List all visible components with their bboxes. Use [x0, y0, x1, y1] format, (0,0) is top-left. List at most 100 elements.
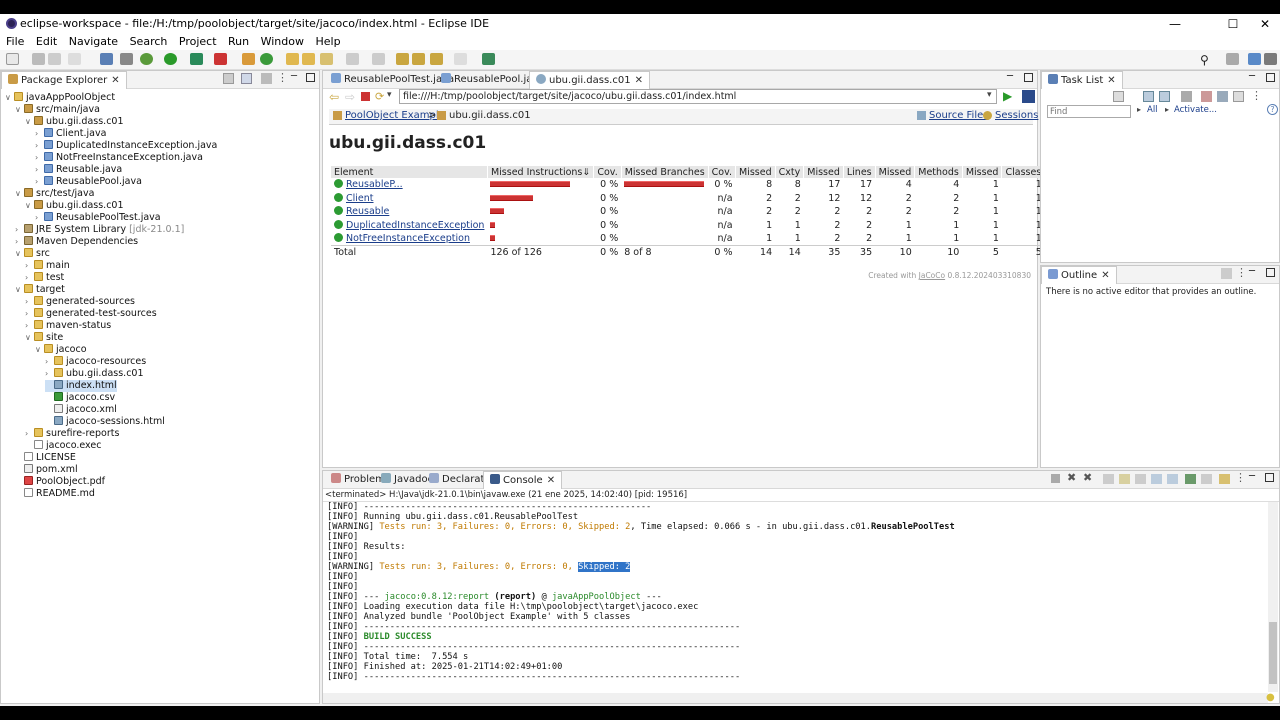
search-icon[interactable]: ⚲ [1200, 53, 1214, 67]
tree-item[interactable]: PoolObject.pdf [15, 476, 105, 488]
tree-item[interactable]: ∨ src/main/java [15, 104, 100, 116]
maximize-button[interactable]: ☐ [1218, 15, 1248, 33]
url-input[interactable]: file:///H:/tmp/poolobject/target/site/ja… [399, 89, 997, 104]
tree-item[interactable]: › main [25, 260, 70, 272]
tree-item[interactable]: › JRE System Library [jdk-21.0.1] [15, 224, 184, 236]
tree-item[interactable]: › DuplicatedInstanceException.java [35, 140, 217, 152]
run-icon[interactable] [164, 53, 177, 65]
chevron-down-icon[interactable]: ∨ [15, 105, 24, 114]
activate-link[interactable]: Activate... [1174, 105, 1217, 115]
tree-item[interactable]: › ReusablePool.java [35, 176, 142, 188]
search-tool-icon[interactable] [320, 53, 333, 65]
new-java-project-icon[interactable] [242, 53, 255, 65]
maximize-view-icon[interactable] [1266, 268, 1275, 277]
tree-item[interactable]: › generated-test-sources [25, 308, 157, 320]
debug-icon[interactable] [140, 53, 153, 65]
tree-item[interactable]: › test [25, 272, 64, 284]
close-icon[interactable]: ✕ [1101, 270, 1109, 281]
menu-help[interactable]: Help [311, 34, 344, 49]
tab-task-list[interactable]: Task List ✕ [1041, 71, 1123, 89]
chevron-right-icon[interactable]: › [35, 177, 44, 186]
clear-console-icon[interactable] [1103, 474, 1114, 484]
close-icon[interactable]: ✕ [547, 475, 555, 486]
tree-item[interactable]: ∨ src [15, 248, 50, 260]
menu-file[interactable]: File [2, 34, 28, 49]
tree-item[interactable]: jacoco.exec [25, 440, 101, 452]
filter-icon[interactable] [261, 73, 272, 84]
display-console-icon[interactable] [1201, 474, 1212, 484]
chevron-down-icon[interactable]: ∨ [35, 345, 44, 354]
console-output[interactable]: [INFO] ---------------------------------… [327, 502, 955, 682]
minimize-view-icon[interactable]: ─ [291, 71, 297, 82]
browser-refresh-icon[interactable]: ⟳ [375, 90, 384, 103]
skip-breakpoints-icon[interactable] [120, 53, 133, 65]
col-classes[interactable]: Classes [1001, 166, 1046, 178]
chevron-down-icon[interactable]: ∨ [15, 249, 24, 258]
tree-item[interactable]: jacoco-sessions.html [45, 416, 165, 428]
chevron-right-icon[interactable]: › [25, 297, 34, 306]
tree-item[interactable]: › surefire-reports [25, 428, 119, 440]
close-icon[interactable]: ✕ [1107, 75, 1115, 86]
tree-item[interactable]: › Client.java [35, 128, 106, 140]
maximize-view-icon[interactable] [306, 73, 315, 82]
tab-browser-ubu-gii[interactable]: ubu.gii.dass.c01 ✕ [529, 71, 650, 89]
tree-item[interactable]: ∨ javaAppPoolObject [5, 92, 115, 104]
open-type-icon[interactable] [286, 53, 299, 65]
close-icon[interactable]: ✕ [111, 75, 119, 86]
chevron-right-icon[interactable]: › [45, 357, 54, 366]
tree-item[interactable]: pom.xml [15, 464, 78, 476]
chevron-down-icon[interactable]: ∨ [25, 117, 34, 126]
tab-package-explorer[interactable]: Package Explorer ✕ [1, 71, 127, 89]
chevron-down-icon[interactable]: ∨ [25, 201, 34, 210]
vertical-scrollbar[interactable] [1268, 502, 1278, 692]
element-link[interactable]: DuplicatedInstanceException [346, 220, 484, 231]
source-files-link[interactable]: Source Files [929, 110, 988, 121]
hide-completed-icon[interactable] [1181, 91, 1192, 102]
col-branch-cov[interactable]: Cov. [708, 166, 737, 178]
element-link[interactable]: NotFreeInstanceException [346, 233, 470, 244]
tree-item[interactable]: index.html [45, 380, 117, 392]
minimize-view-icon[interactable]: ─ [1007, 71, 1013, 82]
browser-forward-icon[interactable]: ⇨ [345, 90, 355, 104]
collapse-all-icon[interactable] [223, 73, 234, 84]
categorized-icon[interactable] [1143, 91, 1154, 102]
chevron-right-icon[interactable]: ▸ [1137, 105, 1141, 114]
menu-run[interactable]: Run [224, 34, 253, 49]
browser-stop-icon[interactable] [361, 92, 370, 101]
col-lines[interactable]: Lines [843, 166, 876, 178]
tree-item[interactable]: ∨ site [25, 332, 63, 344]
link-editor-icon[interactable] [241, 73, 252, 84]
browser-back-icon[interactable]: ⇦ [329, 90, 339, 104]
show-error-icon[interactable] [1167, 474, 1178, 484]
col-missed-methods[interactable]: Missed [875, 166, 916, 178]
tree-item[interactable]: ∨ src/test/java [15, 188, 94, 200]
remove-all-icon[interactable]: ✖ [1083, 471, 1092, 484]
chevron-right-icon[interactable]: › [35, 129, 44, 138]
lightbulb-icon[interactable]: ● [1266, 692, 1275, 703]
tree-item[interactable]: ∨ ubu.gii.dass.c01 [25, 200, 124, 212]
chevron-right-icon[interactable]: › [45, 369, 54, 378]
debug-perspective-icon[interactable] [1264, 53, 1277, 65]
show-console-icon[interactable] [1151, 474, 1162, 484]
pin-editor-icon[interactable] [454, 53, 467, 65]
menu-project[interactable]: Project [175, 34, 221, 49]
col-element[interactable]: Element [331, 166, 488, 178]
menu-edit[interactable]: Edit [32, 34, 61, 49]
col-cxty[interactable]: Cxty [775, 166, 805, 178]
scrollbar-thumb[interactable] [1269, 622, 1277, 684]
tree-item[interactable]: LICENSE [15, 452, 76, 464]
col-missed-instructions[interactable]: Missed Instructions⇓ [487, 166, 595, 178]
last-edit-icon[interactable] [396, 53, 409, 65]
maximize-view-icon[interactable] [1265, 473, 1274, 482]
open-perspective-icon[interactable] [482, 53, 495, 65]
element-link[interactable]: Reusable [346, 206, 389, 217]
tree-item[interactable]: ∨ jacoco [35, 344, 87, 356]
minimize-view-icon[interactable]: ─ [1249, 266, 1255, 277]
col-missed-branches[interactable]: Missed Branches [621, 166, 709, 178]
minimize-view-icon[interactable]: ─ [1249, 71, 1255, 82]
col-missed-lines[interactable]: Missed [803, 166, 844, 178]
menu-window[interactable]: Window [257, 34, 308, 49]
tree-item[interactable]: › Reusable.java [35, 164, 122, 176]
tree-item[interactable]: › Maven Dependencies [15, 236, 138, 248]
save-all-icon[interactable] [48, 53, 61, 65]
